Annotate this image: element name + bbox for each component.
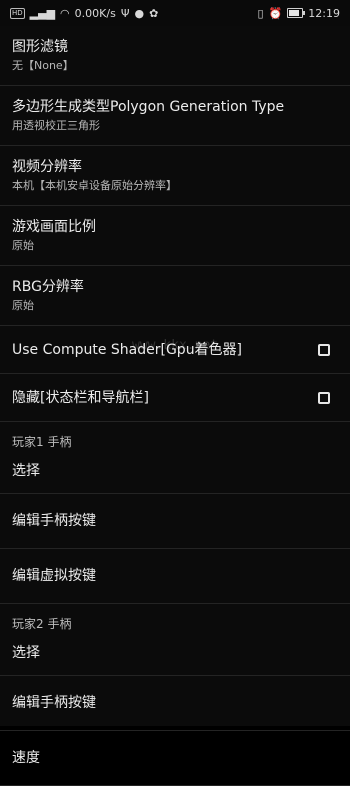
graphics-filter-setting[interactable]: 图形滤镜 无【None】 <box>0 26 350 86</box>
wechat-icon: ● <box>134 6 145 20</box>
status-bar-left: HD ▂▄▆ ◠ 0.00K/s Ψ ● ✿ <box>10 7 158 20</box>
setting-value: 原始 <box>12 299 34 312</box>
setting-title: RBG分辨率 <box>12 279 84 295</box>
status-bar-right: ▯ ⏰ 12:19 <box>258 7 340 20</box>
settings-list: 图形滤镜 无【None】 多边形生成类型Polygon Generation T… <box>0 26 350 786</box>
battery-level <box>289 10 300 16</box>
setting-value: 用透视校正三角形 <box>12 119 100 132</box>
aspect-ratio-setting[interactable]: 游戏画面比例 原始 <box>0 206 350 266</box>
video-resolution-setting[interactable]: 视频分辨率 本机【本机安卓设备原始分辨率】 <box>0 146 350 206</box>
wifi-icon: ◠ <box>60 6 70 20</box>
status-bar: HD ▂▄▆ ◠ 0.00K/s Ψ ● ✿ ▯ ⏰ 12:19 <box>0 0 350 26</box>
player2-section-header: 玩家2 手柄 <box>0 604 350 638</box>
player1-section-header: 玩家1 手柄 <box>0 422 350 456</box>
clock: 12:19 <box>308 6 340 20</box>
setting-title: 选择 <box>12 463 40 479</box>
setting-title: 图形滤镜 <box>12 39 68 55</box>
polygon-generation-setting[interactable]: 多边形生成类型Polygon Generation Type 用透视校正三角形 <box>0 86 350 146</box>
setting-title: 游戏画面比例 <box>12 219 96 235</box>
setting-value: 无【None】 <box>12 59 74 72</box>
setting-title: 编辑虚拟按键 <box>12 568 96 584</box>
usb-icon: Ψ <box>120 6 130 20</box>
compute-shader-checkbox[interactable] <box>318 343 330 356</box>
setting-title: 速度 <box>12 750 40 766</box>
player2-next-setting[interactable]: 速度 <box>0 731 350 786</box>
setting-title: 编辑手柄按键 <box>12 513 96 529</box>
hide-bars-setting[interactable]: 隐藏[状态栏和导航栏] <box>0 374 350 422</box>
section-label: 玩家1 手柄 <box>12 435 72 449</box>
battery-icon <box>287 8 306 18</box>
signal-icon: ▂▄▆ <box>29 6 56 20</box>
vibrate-icon: ▯ <box>257 6 264 20</box>
setting-value: 本机【本机安卓设备原始分辨率】 <box>12 179 177 192</box>
setting-title: 选择 <box>12 645 40 661</box>
setting-value: 原始 <box>12 239 34 252</box>
setting-title: Use Compute Shader[Gpu着色器] <box>12 341 243 358</box>
player2-edit-buttons-setting[interactable]: 编辑手柄按键 <box>0 676 350 731</box>
setting-title: 视频分辨率 <box>12 159 82 175</box>
player1-select-setting[interactable]: 选择 <box>0 456 350 494</box>
player2-select-setting[interactable]: 选择 <box>0 638 350 676</box>
network-speed: 0.00K/s <box>74 6 116 20</box>
setting-title: 隐藏[状态栏和导航栏] <box>12 389 149 406</box>
section-label: 玩家2 手柄 <box>12 617 72 631</box>
setting-title: 多边形生成类型Polygon Generation Type <box>12 99 285 115</box>
hide-bars-checkbox[interactable] <box>318 391 330 404</box>
alarm-icon: ⏰ <box>268 6 283 20</box>
compute-shader-setting[interactable]: Use Compute Shader[Gpu着色器] <box>0 326 350 374</box>
sim-indicator: HD <box>10 7 25 19</box>
setting-title: 编辑手柄按键 <box>12 695 96 711</box>
rgb-resolution-setting[interactable]: RBG分辨率 原始 <box>0 266 350 326</box>
player1-edit-buttons-setting[interactable]: 编辑手柄按键 <box>0 494 350 549</box>
paw-icon: ✿ <box>149 6 159 20</box>
player1-edit-virtual-setting[interactable]: 编辑虚拟按键 <box>0 549 350 604</box>
